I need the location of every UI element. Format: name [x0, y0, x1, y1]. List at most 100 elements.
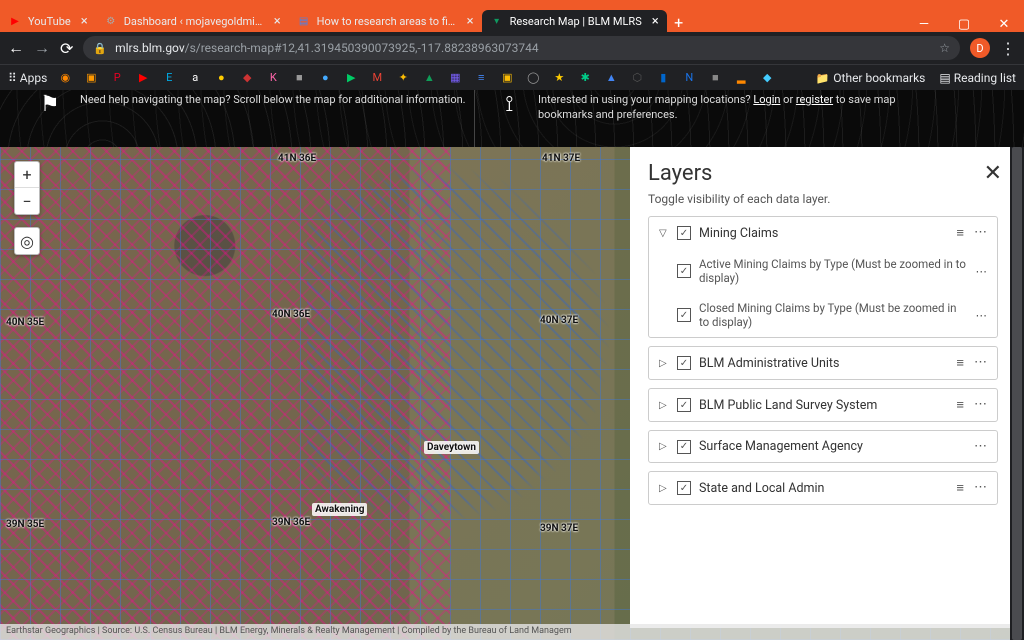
browser-toolbar: ← → ⟳ 🔒 mlrs.blm.gov/s/research-map#12,4…	[0, 32, 1024, 64]
expand-toggle-icon[interactable]: ▷	[659, 483, 669, 494]
expand-toggle-icon[interactable]: ▷	[659, 358, 669, 369]
close-window-button[interactable]: ✕	[984, 17, 1024, 32]
reload-button[interactable]: ⟳	[60, 39, 73, 58]
bookmark-icon[interactable]: N	[681, 70, 697, 86]
place-label: Awakening	[312, 503, 367, 516]
layer-visibility-checkbox[interactable]	[677, 356, 691, 370]
layer-visibility-checkbox[interactable]	[677, 440, 691, 454]
legend-icon[interactable]: ≡	[956, 355, 964, 371]
bookmark-icon[interactable]: ★	[551, 70, 567, 86]
layer-visibility-checkbox[interactable]	[677, 226, 691, 240]
legend-icon[interactable]: ≡	[956, 480, 964, 496]
township-label: 39N 37E	[540, 523, 578, 534]
layers-panel: ✕ Layers Toggle visibility of each data …	[630, 147, 1016, 628]
bookmark-icon[interactable]: ✱	[577, 70, 593, 86]
layer-options-icon[interactable]: ⋯	[974, 439, 987, 454]
layer-name: BLM Public Land Survey System	[699, 398, 948, 413]
back-button[interactable]: ←	[8, 38, 24, 58]
bookmark-icon[interactable]: E	[161, 70, 177, 86]
login-link[interactable]: Login	[753, 93, 780, 106]
bookmark-icon[interactable]: ●	[317, 70, 333, 86]
bookmark-icon[interactable]: ▶	[343, 70, 359, 86]
layer-options-icon[interactable]: ⋯	[974, 355, 987, 371]
bookmark-icon[interactable]: ◉	[57, 70, 73, 86]
sublayer-name: Closed Mining Claims by Type (Must be zo…	[699, 301, 968, 329]
bookmark-icons: ◉ ▣ P ▶ Ea ● ◆ K ■ ● ▶ M ✦ ▲ ▦ ≡ ▣ ◯ ★ ✱ ▲ ⬡ ▮ N ■ ▂ ◆	[57, 70, 775, 86]
page-scrollbar[interactable]	[1010, 147, 1024, 640]
profile-avatar[interactable]: D	[970, 38, 990, 58]
zoom-in-button[interactable]: +	[15, 162, 39, 188]
layer-visibility-checkbox[interactable]	[677, 481, 691, 495]
forward-button[interactable]: →	[34, 38, 50, 58]
zoom-control: + −	[14, 161, 40, 215]
expand-toggle-icon[interactable]: ▷	[659, 400, 669, 411]
bookmark-icon[interactable]: ▦	[447, 70, 463, 86]
layer-item: ▷ BLM Public Land Survey System ≡ ⋯	[648, 388, 998, 422]
bookmark-icon[interactable]: a	[187, 70, 203, 86]
browser-tab[interactable]: ▤How to research areas to find go×	[289, 10, 482, 32]
bookmark-icon[interactable]: ■	[707, 70, 723, 86]
map-viewport[interactable]: 41N 36E41N 37E40N 35E40N 36E40N 37E39N 3…	[0, 147, 1024, 640]
bookmark-icon[interactable]: ◯	[525, 70, 541, 86]
sublayer-options-icon[interactable]: ⋯	[976, 264, 988, 278]
browser-menu-icon[interactable]: ⋮	[1000, 39, 1016, 58]
layer-options-icon[interactable]: ⋯	[974, 480, 987, 496]
browser-tab[interactable]: ▾Research Map | BLM MLRS×	[482, 10, 667, 32]
zoom-out-button[interactable]: −	[15, 188, 39, 214]
bookmark-icon[interactable]: ■	[291, 70, 307, 86]
bookmark-icon[interactable]: ▣	[83, 70, 99, 86]
bookmark-icon[interactable]: ⬡	[629, 70, 645, 86]
layer-options-icon[interactable]: ⋯	[974, 397, 987, 413]
expand-toggle-icon[interactable]: ▷	[659, 441, 669, 452]
browser-tab[interactable]: ▶ YouTube ×	[0, 10, 96, 32]
bookmark-star-icon[interactable]: ☆	[939, 41, 950, 55]
layer-item: ▷ Surface Management Agency ⋯	[648, 430, 998, 463]
bookmark-icon[interactable]: ≡	[473, 70, 489, 86]
sublayer-visibility-checkbox[interactable]	[677, 264, 691, 278]
bookmark-icon[interactable]: P	[109, 70, 125, 86]
maximize-button[interactable]: ▢	[944, 17, 984, 32]
bookmark-icon[interactable]: K	[265, 70, 281, 86]
close-tab-icon[interactable]: ×	[467, 14, 474, 29]
other-bookmarks[interactable]: Other bookmarks	[816, 71, 926, 85]
close-tab-icon[interactable]: ×	[81, 14, 88, 29]
expand-toggle-icon[interactable]: ▽	[659, 228, 669, 239]
tab-favicon: ▶	[8, 14, 22, 28]
tab-favicon: ▤	[297, 14, 311, 28]
bookmark-icon[interactable]: ▶	[135, 70, 151, 86]
sublayer-visibility-checkbox[interactable]	[677, 308, 691, 322]
close-panel-button[interactable]: ✕	[984, 161, 1002, 186]
new-tab-button[interactable]: +	[667, 13, 691, 32]
bookmark-icon[interactable]: ▮	[655, 70, 671, 86]
tab-title: YouTube	[28, 15, 71, 28]
bookmark-icon[interactable]: ▣	[499, 70, 515, 86]
window-controls: — ▢ ✕	[904, 17, 1024, 32]
township-label: 39N 35E	[6, 519, 44, 530]
layer-options-icon[interactable]: ⋯	[974, 225, 987, 241]
close-tab-icon[interactable]: ×	[652, 14, 659, 29]
help-text: Need help navigating the map? Scroll bel…	[80, 92, 466, 147]
locate-button[interactable]: ◎	[15, 228, 39, 254]
township-label: 40N 36E	[272, 309, 310, 320]
browser-tabstrip: ▶YouTube×⚙Dashboard ‹ mojavegoldmining×▤…	[0, 8, 1024, 32]
browser-tab[interactable]: ⚙Dashboard ‹ mojavegoldmining×	[96, 10, 289, 32]
bookmark-icon[interactable]: M	[369, 70, 385, 86]
bookmark-icon[interactable]: ▲	[421, 70, 437, 86]
reading-list[interactable]: ▤ Reading list	[939, 71, 1016, 85]
sublayer-options-icon[interactable]: ⋯	[976, 308, 988, 322]
apps-shortcut[interactable]: ⠿ Apps	[8, 71, 47, 85]
layer-visibility-checkbox[interactable]	[677, 398, 691, 412]
bookmark-icon[interactable]: ✦	[395, 70, 411, 86]
legend-icon[interactable]: ≡	[956, 225, 964, 241]
bookmark-icon[interactable]: ▂	[733, 70, 749, 86]
bookmark-icon[interactable]: ◆	[759, 70, 775, 86]
tab-title: Dashboard ‹ mojavegoldmining	[124, 15, 264, 28]
bookmark-icon[interactable]: ◆	[239, 70, 255, 86]
register-link[interactable]: register	[796, 93, 833, 106]
minimize-button[interactable]: —	[904, 17, 944, 32]
bookmark-icon[interactable]: ▲	[603, 70, 619, 86]
address-bar[interactable]: 🔒 mlrs.blm.gov/s/research-map#12,41.3194…	[83, 36, 960, 60]
close-tab-icon[interactable]: ×	[274, 14, 281, 29]
bookmark-icon[interactable]: ●	[213, 70, 229, 86]
legend-icon[interactable]: ≡	[956, 397, 964, 413]
